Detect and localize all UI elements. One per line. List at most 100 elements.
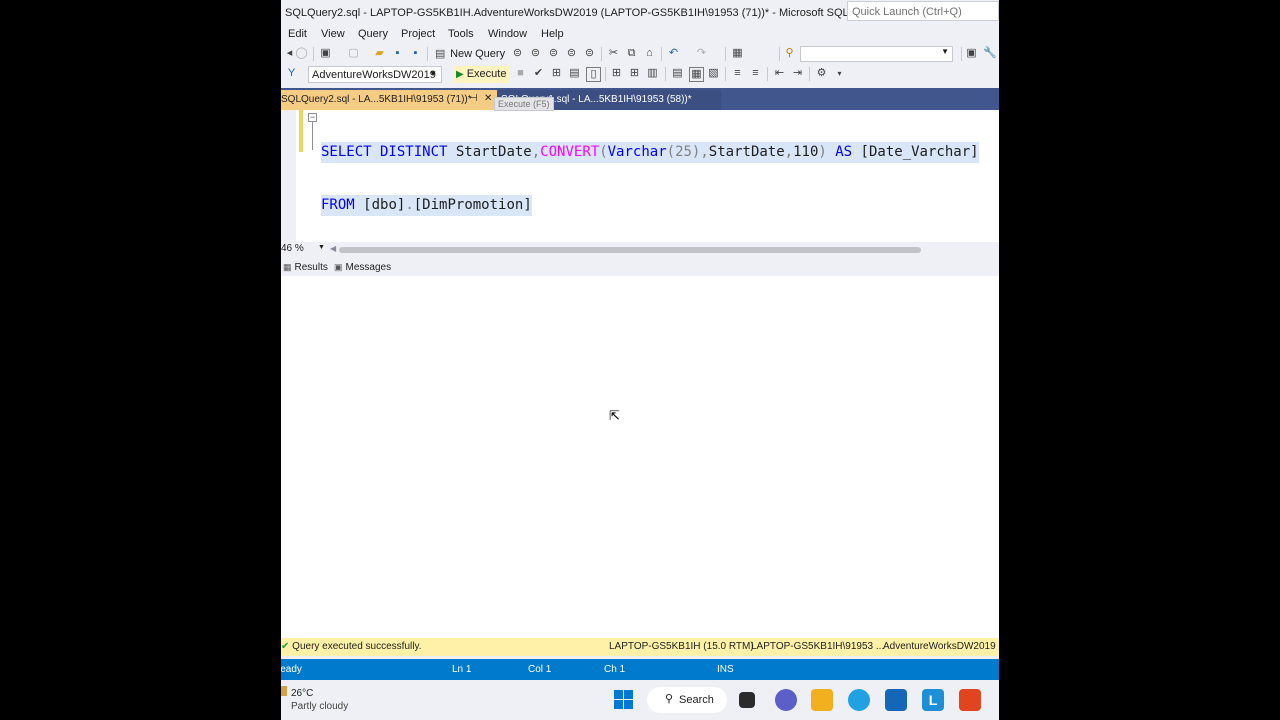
column-name: StartDate [708,144,785,160]
decrease-indent-icon[interactable]: ⇤ [773,67,786,80]
window-title: SQLQuery2.sql - LAPTOP-GS5KB1IH.Adventur… [285,7,936,19]
store-icon[interactable] [885,689,907,711]
weather-temperature[interactable]: 26°C [291,688,313,699]
file-explorer-icon[interactable] [811,689,833,711]
wrench-icon[interactable]: 🔧 [983,47,997,60]
pin-icon[interactable]: ⊣ [469,93,478,104]
new-query-label: New Query [450,48,506,60]
toolbar-separator [725,47,726,61]
toolbar-separator [665,67,666,81]
menu-query[interactable]: Query [358,28,388,40]
office-icon[interactable] [959,689,981,711]
table-name: [DimPromotion] [413,197,532,213]
keyword-as: AS [826,144,861,160]
keyword-from: FROM [321,197,364,213]
menu-view[interactable]: View [321,28,345,40]
database-select[interactable]: AdventureWorksDW2019 ▼ [308,66,442,83]
status-bar: Ready Ln 1 Col 1 Ch 1 INS [281,659,999,680]
task-view-icon[interactable] [739,692,755,708]
query-dmx-icon[interactable]: ⊜ [547,47,560,60]
query-editor[interactable]: − SELECT DISTINCT StartDate,CONVERT(Varc… [281,110,999,242]
chat-icon[interactable] [775,689,797,711]
menu-bar: Edit View Query Project Tools Window Hel… [281,26,999,44]
tab-results[interactable]: ▦ Results [283,262,328,273]
cut-icon[interactable]: ✂ [607,47,620,60]
live-stats-icon[interactable]: ⊞ [628,67,641,80]
quick-launch-input[interactable]: Quick Launch (Ctrl+Q) [847,1,999,21]
toolbar-separator [961,47,962,61]
title-bar: SQLQuery2.sql - LAPTOP-GS5KB1IH.Adventur… [281,0,999,26]
execute-button[interactable]: ▶ Execute [453,66,510,83]
toolbar-overflow-icon[interactable]: ▾ [833,67,846,80]
horizontal-scrollbar[interactable] [339,247,921,253]
success-icon: ✔ [281,641,290,652]
new-project-icon[interactable]: ▣ [319,47,332,60]
weather-description[interactable]: Partly cloudy [291,701,348,712]
status-line: Ln 1 [452,664,472,675]
zoom-select[interactable]: 46 % ▼ [281,243,325,257]
scroll-left-icon[interactable]: ◀ [330,244,336,253]
uncomment-icon[interactable]: ≡ [749,67,762,80]
find-icon[interactable]: ⚲ [783,47,796,60]
messages-icon: ▣ [334,262,343,272]
collapse-icon[interactable]: − [308,113,317,122]
forward-icon[interactable]: ◯ [295,47,308,60]
chevron-down-icon: ▼ [429,69,437,78]
menu-edit[interactable]: Edit [288,28,307,40]
style-number: 110 [793,144,819,160]
standard-toolbar: ◂ ◯ ▣ ▢ ▰ ▪ ▪ ▤ New Query ⊜ ⊜ ⊜ ⊜ ⊜ ✂ ⧉ … [281,44,999,64]
taskbar-search-button[interactable]: ⚲ Search [647,687,727,713]
user-name: LAPTOP-GS5KB1IH\91953 ... [751,641,885,652]
save-all-icon[interactable]: ▪ [409,47,422,60]
paste-icon[interactable]: ⌂ [643,47,656,60]
toolbar-separator [661,47,662,61]
copy-icon[interactable]: ⧉ [625,47,638,60]
specify-values-icon[interactable]: ⚙ [815,67,828,80]
solution-configuration-select[interactable]: ▼ [800,46,953,62]
app-l-icon[interactable]: L [922,689,944,711]
menu-window[interactable]: Window [488,28,527,40]
results-pane[interactable]: ⇱ [281,276,999,638]
edge-icon[interactable] [848,689,870,711]
add-item-icon[interactable]: ▢ [347,47,360,60]
new-query-button[interactable]: ▤ New Query [435,47,505,61]
menu-tools[interactable]: Tools [448,28,474,40]
intellisense-icon[interactable]: ▯ [586,67,601,82]
ssms-window: SQLQuery2.sql - LAPTOP-GS5KB1IH.Adventur… [281,0,999,720]
tab-sqlquery2[interactable]: SQLQuery2.sql - LA...5KB1IH\91953 (71))*… [281,90,497,110]
include-plan-icon[interactable]: ⊞ [610,67,623,80]
connect-icon[interactable]: Y [285,67,298,80]
tab-label: SQLQuery2.sql - LA...5KB1IH\91953 (71))* [281,94,472,105]
start-icon[interactable] [613,689,635,711]
toolbar-separator [779,47,780,61]
comment-icon[interactable]: ≡ [731,67,744,80]
properties-icon[interactable]: ▣ [965,47,978,60]
activity-monitor-icon[interactable]: ▦ [731,47,744,60]
open-file-icon[interactable]: ▰ [373,47,386,60]
client-stats-icon[interactable]: ▥ [646,67,659,80]
stop-icon[interactable]: ■ [514,67,527,80]
results-to-file-icon[interactable]: ▧ [707,67,720,80]
query-db-icon[interactable]: ⊜ [511,47,524,60]
query-dax-icon[interactable]: ⊜ [583,47,596,60]
tab-messages[interactable]: ▣ Messages [334,262,391,273]
database-name: AdventureWorksDW2019 [883,641,996,652]
sql-code[interactable]: SELECT DISTINCT StartDate,CONVERT(Varcha… [321,110,979,248]
increase-indent-icon[interactable]: ⇥ [791,67,804,80]
results-to-grid-icon[interactable]: ▦ [689,67,704,82]
status-ready: Ready [281,664,302,675]
tab-results-label: Results [294,262,328,273]
results-to-text-icon[interactable]: ▤ [671,67,684,80]
menu-help[interactable]: Help [541,28,564,40]
redo-icon[interactable]: ↷ [695,47,708,60]
parse-check-icon[interactable]: ✔ [532,67,545,80]
undo-icon[interactable]: ↶ [667,47,680,60]
weather-icon[interactable] [281,686,287,696]
query-xmla-icon[interactable]: ⊜ [565,47,578,60]
save-icon[interactable]: ▪ [391,47,404,60]
estimated-plan-icon[interactable]: ⊞ [550,67,563,80]
menu-project[interactable]: Project [401,28,435,40]
query-mdx-icon[interactable]: ⊜ [529,47,542,60]
query-options-icon[interactable]: ▤ [568,67,581,80]
close-icon[interactable]: ✕ [484,93,492,104]
